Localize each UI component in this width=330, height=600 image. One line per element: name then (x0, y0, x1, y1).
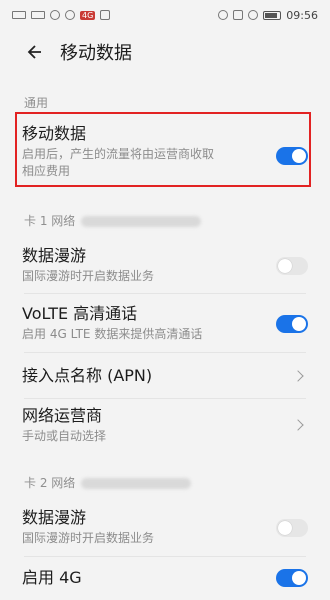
section-card2-label: 卡 2 网络 (24, 474, 192, 491)
blurred-operator-2 (81, 478, 192, 489)
status-time: 09:56 (286, 8, 318, 22)
highlight-box (15, 112, 311, 187)
volte-row[interactable]: VoLTE 高清通话 启用 4G LTE 数据来提供高清通话 (22, 304, 308, 343)
signal-icon-2 (31, 11, 45, 19)
operator-row[interactable]: 网络运营商 手动或自动选择 (22, 406, 308, 445)
alarm-icon (248, 10, 259, 20)
notification-icon (65, 10, 75, 20)
roaming-row-2[interactable]: 数据漫游 国际漫游时开启数据业务 (22, 508, 308, 547)
divider (24, 352, 306, 353)
header: 移动数据 (0, 30, 330, 74)
volte-title: VoLTE 高清通话 (22, 304, 138, 323)
apn-title: 接入点名称 (APN) (22, 366, 153, 385)
apn-row[interactable]: 接入点名称 (APN) (22, 366, 308, 386)
roaming-2-title: 数据漫游 (22, 508, 87, 527)
section-general-label: 通用 (24, 96, 49, 110)
network-badge: 4G (80, 10, 96, 20)
wifi-icon (50, 10, 60, 20)
image-icon (100, 10, 111, 20)
divider (24, 398, 306, 399)
vibrate-icon (233, 10, 244, 20)
roaming-1-title: 数据漫游 (22, 246, 87, 265)
enable-4g-title: 启用 4G (22, 568, 82, 587)
blurred-operator-1 (81, 216, 202, 227)
volte-subtitle: 启用 4G LTE 数据来提供高清通话 (22, 327, 203, 341)
battery-icon (263, 10, 282, 20)
section-card1-text: 卡 1 网络 (24, 214, 76, 228)
divider (24, 556, 306, 557)
operator-title: 网络运营商 (22, 406, 103, 425)
status-right-icons: 09:56 (218, 9, 318, 22)
section-card1-label: 卡 1 网络 (24, 212, 202, 229)
volte-toggle[interactable] (276, 315, 308, 333)
divider (24, 293, 306, 294)
roaming-2-toggle[interactable] (276, 519, 308, 537)
roaming-row-1[interactable]: 数据漫游 国际漫游时开启数据业务 (22, 246, 308, 285)
section-card2-text: 卡 2 网络 (24, 476, 76, 490)
status-bar: 4G 09:56 (0, 0, 330, 30)
signal-icon (12, 11, 26, 19)
operator-subtitle: 手动或自动选择 (22, 429, 107, 443)
roaming-1-toggle[interactable] (276, 257, 308, 275)
status-left-icons: 4G (12, 10, 111, 20)
roaming-1-subtitle: 国际漫游时开启数据业务 (22, 269, 155, 283)
page-title: 移动数据 (60, 43, 132, 64)
back-arrow-icon[interactable] (22, 40, 46, 64)
nfc-icon (218, 10, 229, 20)
roaming-2-subtitle: 国际漫游时开启数据业务 (22, 531, 155, 545)
enable-4g-toggle[interactable] (276, 569, 308, 587)
enable-4g-row[interactable]: 启用 4G (22, 568, 308, 588)
